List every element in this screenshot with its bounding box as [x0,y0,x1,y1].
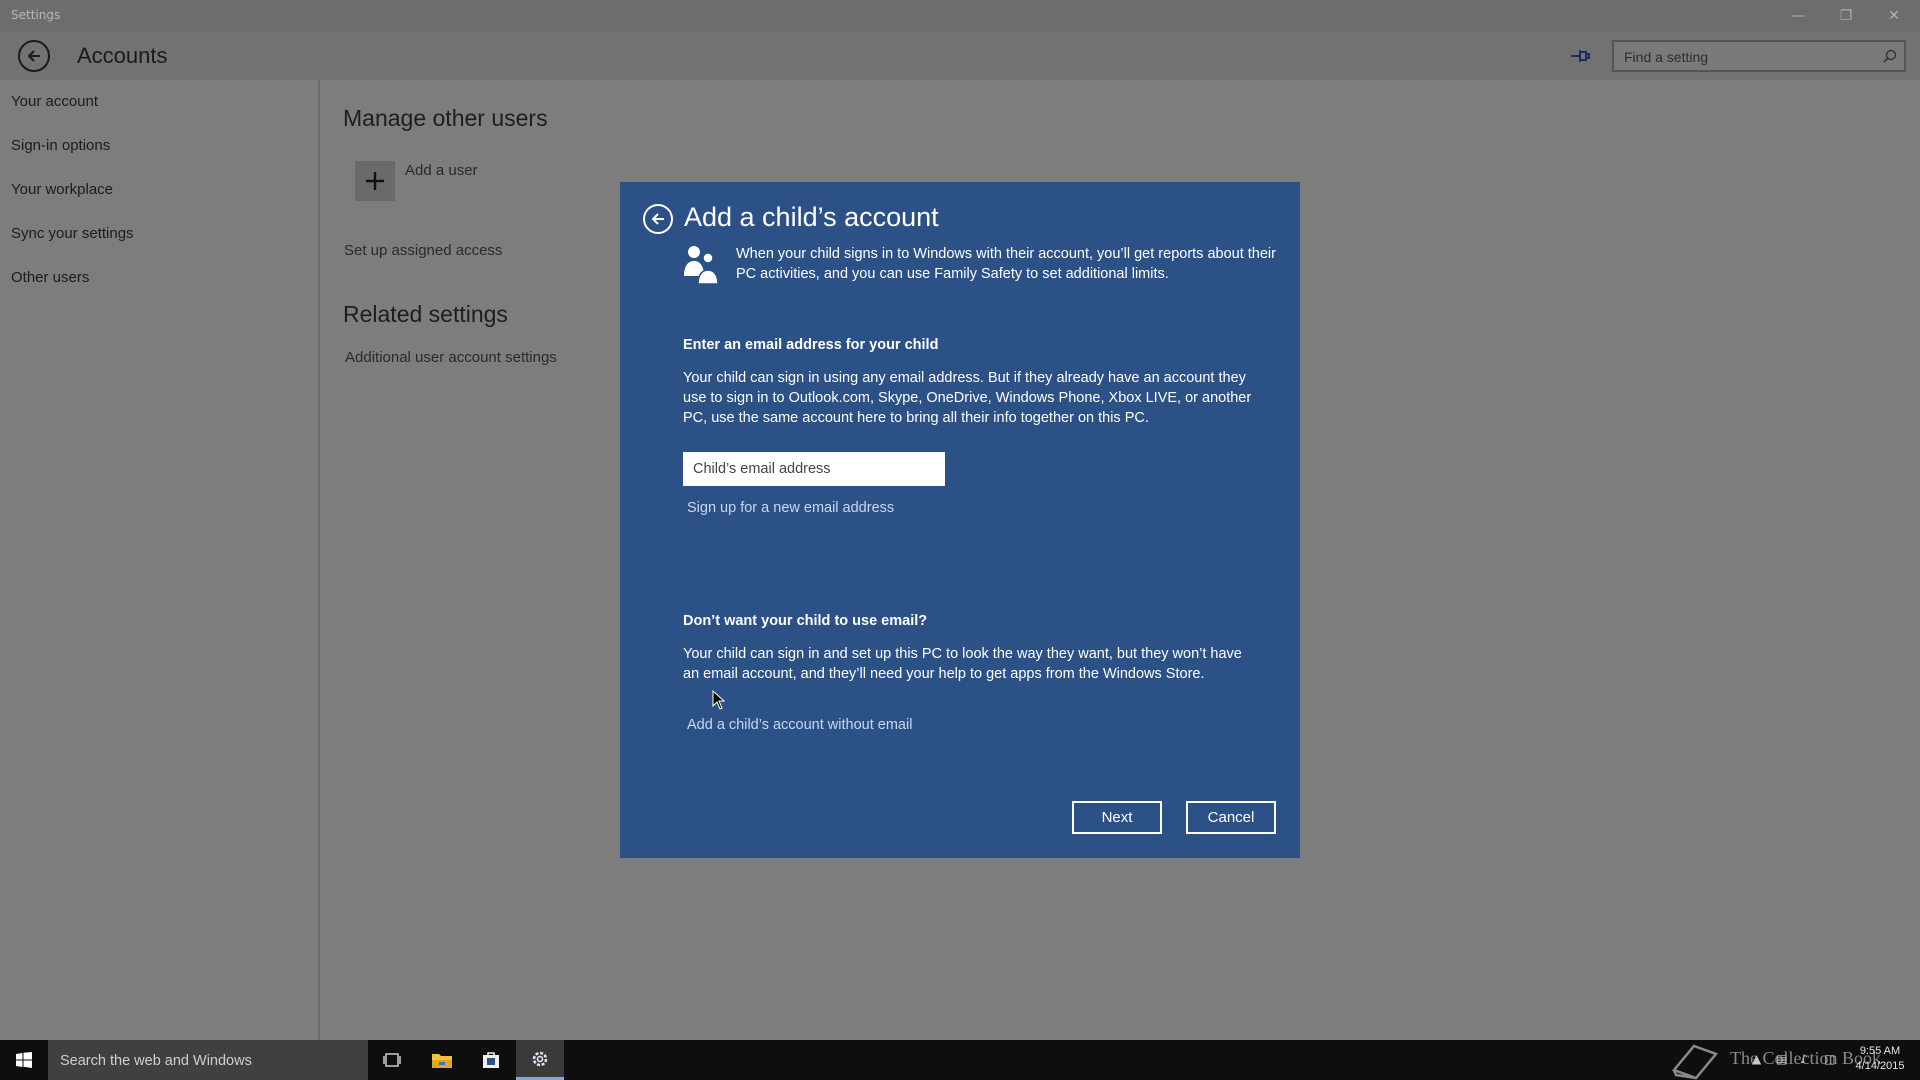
email-heading: Enter an email address for your child [683,337,939,353]
mouse-cursor-icon [712,690,726,710]
restore-icon[interactable]: ❐ [1822,0,1870,32]
close-icon[interactable]: ✕ [1870,0,1918,32]
volume-icon[interactable]: ♪ [1800,1052,1816,1068]
related-settings-heading: Related settings [343,301,508,327]
settings-gear-icon [532,1051,548,1066]
title-bar: Settings — ❐ ✕ [0,0,1920,32]
book-icon [1671,1044,1719,1080]
sidebar-item-sign-in-options[interactable]: Sign-in options [11,137,110,154]
sidebar-item-sync-settings[interactable]: Sync your settings [11,225,134,242]
back-button[interactable] [18,40,50,72]
network-icon[interactable]: ▤ [1776,1052,1792,1068]
window-title: Settings [11,8,61,22]
app-header: Accounts [0,32,1920,80]
no-email-heading: Don’t want your child to use email? [683,613,928,629]
task-view-button[interactable] [368,1040,416,1080]
windows-logo-icon [16,1052,32,1068]
signup-email-link[interactable]: Sign up for a new email address [687,500,894,516]
minimize-icon[interactable]: — [1774,0,1822,32]
child-email-input[interactable] [683,452,945,486]
next-button[interactable]: Next [1072,801,1162,834]
email-description: Your child can sign in using any email a… [683,370,1252,426]
dialog-title: Add a child’s account [684,202,939,232]
taskbar-clock[interactable]: 9:55 AM 4/14/2015 [1848,1044,1912,1074]
pin-icon[interactable] [1568,45,1592,67]
additional-settings-link[interactable]: Additional user account settings [345,349,557,366]
sidebar-item-your-account[interactable]: Your account [11,93,98,110]
task-view-icon [383,1053,401,1067]
taskbar-search[interactable] [48,1040,368,1080]
sidebar-item-your-workplace[interactable]: Your workplace [11,181,113,198]
no-email-description: Your child can sign in and set up this P… [683,646,1242,682]
dialog-back-button[interactable] [643,204,673,234]
back-arrow-icon [27,50,40,62]
add-user-label[interactable]: Add a user [405,162,478,179]
search-box[interactable] [1612,40,1906,72]
file-explorer-button[interactable] [418,1040,466,1080]
dialog-intro-text: When your child signs in to Windows with… [736,246,1276,282]
page-title: Accounts [77,43,168,68]
family-icon [684,246,719,285]
search-input[interactable] [1622,47,1866,67]
taskbar: The Collection Book ▲ ▤ ♪ □ 9:55 AM 4/14… [0,1040,1920,1080]
back-arrow-icon [651,213,664,225]
clock-time: 9:55 AM [1859,1045,1901,1057]
sidebar: Your account Sign-in options Your workpl… [0,80,320,1040]
search-icon[interactable] [1882,48,1898,64]
assigned-access-link[interactable]: Set up assigned access [344,242,502,259]
file-explorer-icon [432,1054,452,1068]
taskbar-search-input[interactable] [58,1051,352,1071]
store-icon [483,1052,499,1068]
action-center-icon[interactable]: □ [1824,1052,1840,1068]
store-button[interactable] [467,1040,515,1080]
plus-icon [366,172,384,190]
manage-users-heading: Manage other users [343,105,548,131]
add-without-email-link[interactable]: Add a child’s account without email [687,717,912,733]
sidebar-item-other-users[interactable]: Other users [11,269,89,286]
show-hidden-icons-icon[interactable]: ▲ [1752,1052,1768,1068]
settings-app-button[interactable] [516,1040,564,1080]
clock-date: 4/14/2015 [1855,1060,1905,1072]
start-button[interactable] [0,1040,48,1080]
add-child-dialog: Add a child’s account When your child si… [620,182,1300,858]
cancel-button[interactable]: Cancel [1186,801,1276,834]
add-user-button[interactable] [355,161,395,201]
